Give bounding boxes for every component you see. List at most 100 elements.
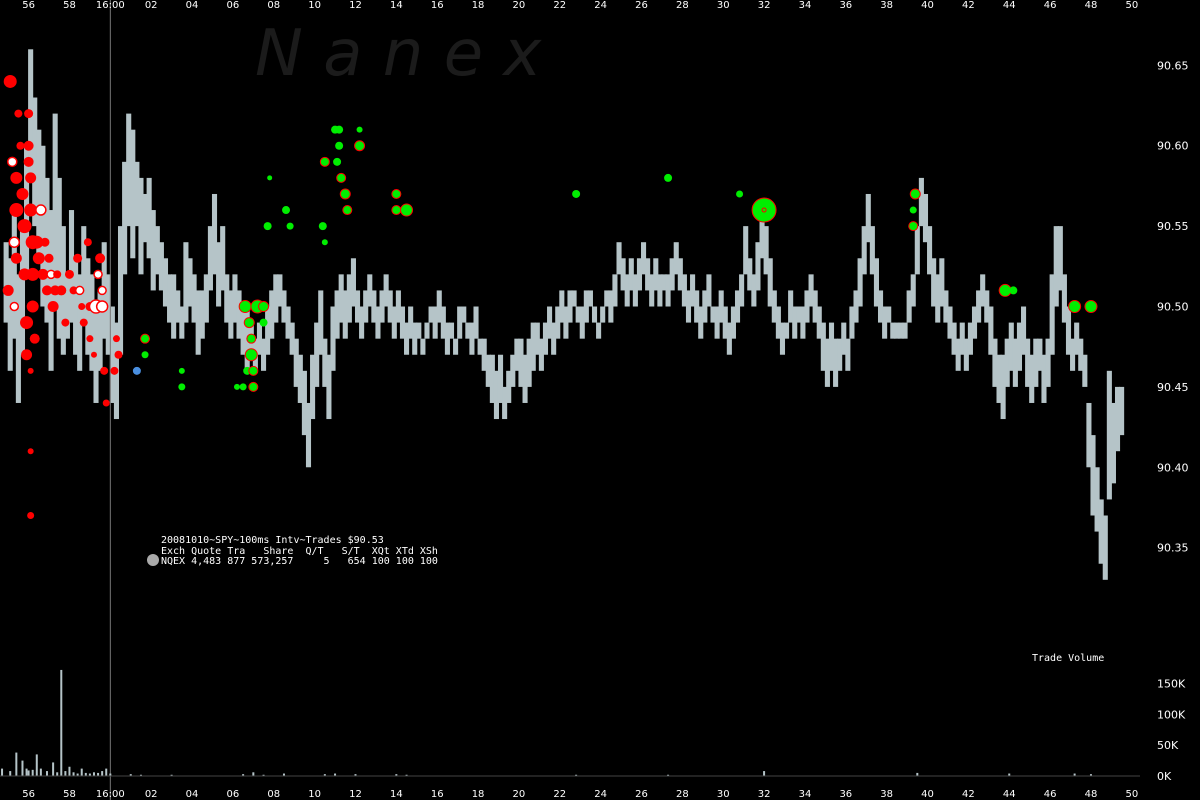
x-tick-top-8: 12 [349,0,362,11]
x-tick-bottom-15: 26 [635,789,648,800]
trade-dot-75 [258,301,270,313]
x-tick-bottom-10: 16 [431,789,444,800]
x-tick-top-21: 38 [880,0,893,11]
trade-dot-7 [10,252,22,264]
trade-dot-14 [21,349,33,361]
trade-dot-52 [95,253,106,264]
trade-dot-93 [391,188,402,199]
trade-dot-5 [9,203,24,218]
x-tick-bottom-18: 32 [758,789,771,800]
price-band-segment-101 [416,322,422,339]
x-tick-bottom-22: 40 [921,789,934,800]
trade-dot-39 [61,318,70,327]
trade-dot-97 [664,173,673,182]
x-tick-top-14: 24 [594,0,607,11]
volume-bar-22 [101,771,104,776]
price-band-segment-110 [453,338,459,355]
volume-bar-15 [72,772,75,776]
x-tick-top-4: 04 [186,0,199,11]
trade-dot-85 [335,125,344,134]
x-tick-bottom-16: 28 [676,789,689,800]
x-tick-top-0: 56 [22,0,35,11]
volume-bar-39 [763,771,766,776]
trade-dot-44 [78,303,86,311]
x-tick-bottom-2: 16:00 [96,789,125,800]
info-panel: 20081010~SPY~100ms Intv~Trades $90.53 Ex… [147,535,438,567]
trade-dot-17 [23,156,34,167]
x-tick-top-20: 36 [839,0,852,11]
price-band-segment-143 [587,290,593,307]
trade-dot-56 [102,399,110,407]
volume-bar-6 [31,769,34,776]
y-tick-4: 90.45 [1157,381,1189,394]
trade-dot-53 [95,300,109,313]
price-band-segment-139 [571,290,577,307]
trade-dot-15 [24,109,34,119]
price-band-segment-145 [596,322,602,339]
trade-dot-66 [239,383,247,391]
x-tick-top-23: 42 [962,0,975,11]
volume-bar-8 [39,768,42,776]
trade-dot-11 [17,219,32,234]
trade-dot-9 [16,141,25,150]
trade-dot-79 [282,206,291,215]
price-band-segment-216 [886,306,892,323]
trade-dot-86 [336,172,347,183]
trade-dot-90 [356,126,363,133]
trade-dot-21 [26,267,40,281]
trade-dot-69 [243,317,255,329]
trade-dot-46 [83,238,92,247]
x-tick-bottom-27: 50 [1125,789,1138,800]
x-tick-top-26: 48 [1085,0,1098,11]
volume-bars [0,669,1140,777]
trade-dot-0 [3,74,17,88]
trade-dot-96 [572,189,581,198]
trade-dot-31 [40,237,50,247]
x-tick-top-27: 50 [1125,0,1138,11]
volume-bar-0 [1,768,4,776]
price-band-segment-102 [420,338,426,355]
price-band-segment-222 [910,274,916,307]
volume-bar-1 [9,771,12,776]
volume-bar-13 [64,771,67,776]
trade-dot-57 [114,350,123,359]
trade-dot-64 [178,383,186,391]
trade-dot-35 [47,301,59,313]
y-tick-5: 90.40 [1157,461,1189,474]
trade-dot-76 [259,318,268,327]
x-tick-bottom-14: 24 [594,789,607,800]
volume-bar-3 [21,760,24,776]
x-tick-top-7: 10 [308,0,321,11]
trade-dot-55 [100,366,109,375]
trade-dot-98 [736,190,744,198]
trade-dot-63 [178,367,185,374]
trade-dot-22 [26,300,39,313]
volume-tick-0: 150K [1157,678,1186,691]
info-line-3: NQEX 4,483 877 573,257 5 654 100 100 100 [161,556,438,567]
trade-dot-48 [86,335,94,343]
volume-tick-1: 100K [1157,708,1186,721]
volume-label: Trade Volume [1032,653,1104,664]
trade-dot-49 [90,351,97,358]
y-tick-2: 90.55 [1157,220,1189,233]
trade-dot-100 [909,188,921,200]
x-tick-top-24: 44 [1003,0,1016,11]
x-tick-bottom-19: 34 [799,789,812,800]
price-band-segment-273 [1119,386,1125,436]
trade-dot-60 [132,366,141,375]
volume-bar-4 [25,768,28,776]
price-band-segment-144 [591,306,598,323]
volume-bar-5 [27,770,30,776]
volume-bar-2 [15,752,18,776]
trade-dot-45 [79,318,88,327]
volume-bar-11 [56,772,59,776]
trade-dot-3 [7,156,18,168]
trade-dot-2 [9,301,20,312]
volume-bar-9 [45,771,48,776]
trade-dot-1 [2,284,14,296]
trade-dot-65 [233,383,240,390]
watermark: N a n e x [255,17,542,91]
trade-dot-16 [23,140,34,151]
volume-bar-10 [52,762,55,776]
x-tick-bottom-6: 08 [267,789,280,800]
